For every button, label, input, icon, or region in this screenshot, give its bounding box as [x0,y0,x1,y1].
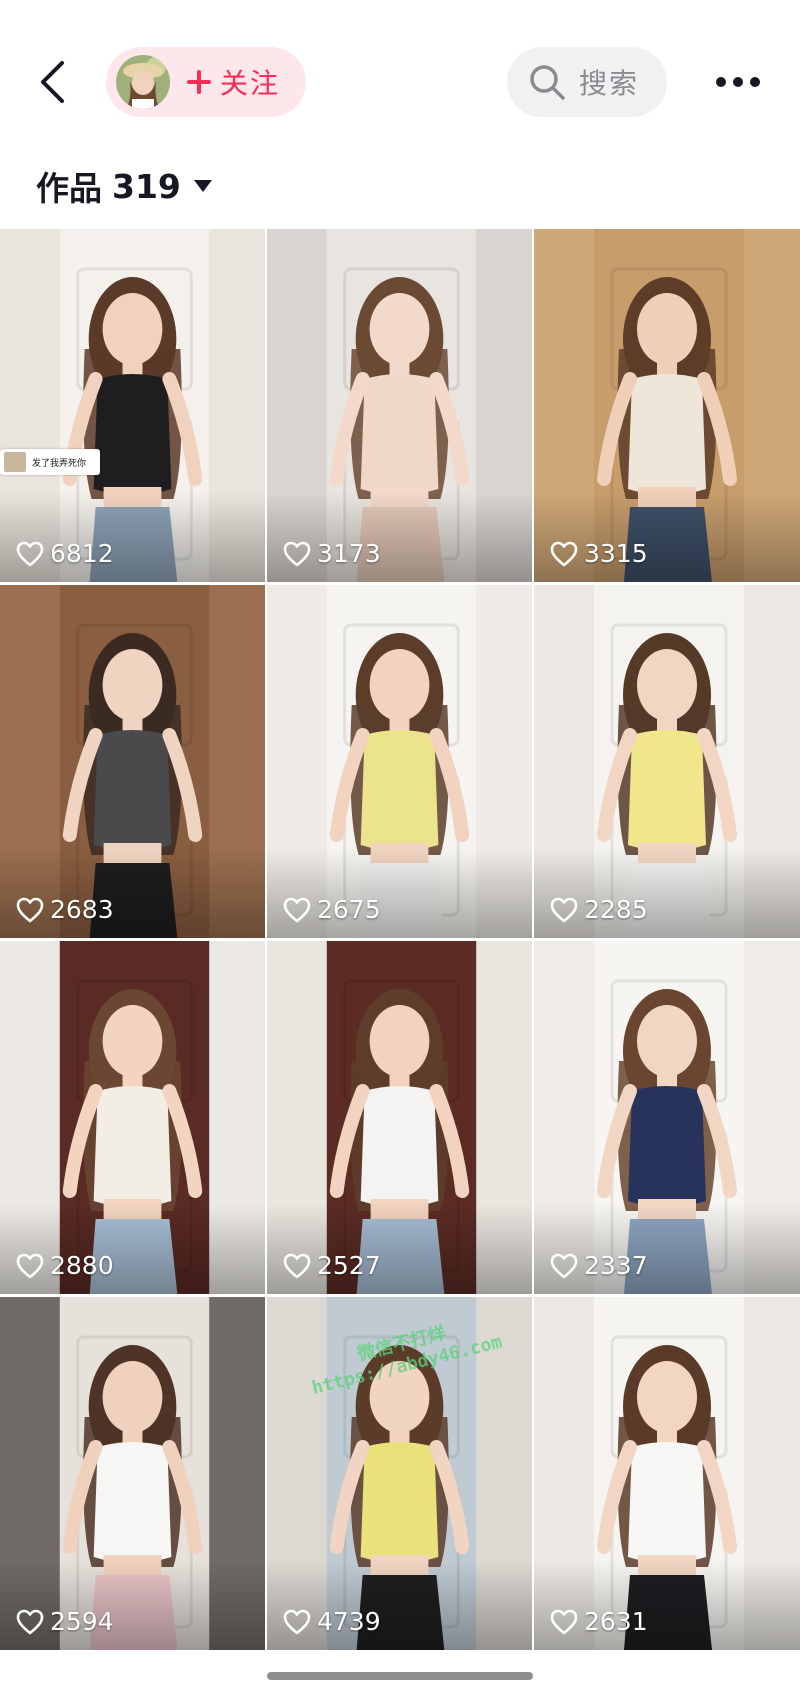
heart-outline-icon [16,541,44,566]
video-grid: 发了我弄死你 6812 3173 3315 2683 2675 2285 2880 2527 23… [0,229,800,1650]
like-count: 4739 [317,1607,381,1636]
like-count-badge: 2527 [283,1251,381,1280]
tile-gradient [0,848,265,938]
video-tile[interactable]: 2527 [267,941,532,1294]
heart-outline-icon [16,1253,44,1278]
video-tile[interactable]: 微信不打烊 https://abdy46.com 4739 [267,1297,532,1650]
video-tile[interactable]: 发了我弄死你 6812 [0,229,265,582]
like-count-badge: 3315 [550,539,648,568]
tile-gradient [534,1204,800,1294]
video-tile[interactable]: 3173 [267,229,532,582]
overlay-thumbnail [4,452,26,472]
author-follow-chip: 关注 [106,47,306,117]
heart-outline-icon [550,541,578,566]
like-count: 2675 [317,895,381,924]
comment-overlay: 发了我弄死你 [0,449,100,475]
video-tile[interactable]: 2683 [0,585,265,938]
search-icon [530,65,565,100]
like-count-badge: 3173 [283,539,381,568]
home-indicator [267,1672,533,1680]
tile-gradient [0,492,265,582]
like-count-badge: 2594 [16,1607,114,1636]
tile-gradient [534,492,800,582]
like-count-badge: 2337 [550,1251,648,1280]
heart-outline-icon [283,1609,311,1634]
caret-down-icon [193,180,212,192]
heart-outline-icon [550,1253,578,1278]
video-tile[interactable]: 2675 [267,585,532,938]
search-label: 搜索 [579,67,640,100]
tile-gradient [534,1560,800,1650]
tile-gradient [534,848,800,938]
tile-gradient [267,492,532,582]
like-count: 2527 [317,1251,381,1280]
tile-gradient [267,1204,532,1294]
heart-outline-icon [550,1609,578,1634]
heart-outline-icon [283,541,311,566]
follow-button[interactable]: 关注 [186,62,280,102]
tile-gradient [0,1204,265,1294]
video-tile[interactable]: 2337 [534,941,800,1294]
tile-gradient [267,848,532,938]
heart-outline-icon [283,1253,311,1278]
tile-gradient [0,1560,265,1650]
like-count-badge: 2880 [16,1251,114,1280]
like-count-badge: 2285 [550,895,648,924]
more-horizontal-icon [716,77,760,87]
heart-outline-icon [283,897,311,922]
works-label: 作品 [36,169,102,208]
heart-outline-icon [550,897,578,922]
like-count-badge: 2631 [550,1607,648,1636]
like-count: 3315 [584,539,648,568]
works-count: 319 [112,166,181,206]
top-bar: 关注 搜索 [0,0,800,160]
like-count: 2683 [50,895,114,924]
video-tile[interactable]: 2594 [0,1297,265,1650]
like-count: 2337 [584,1251,648,1280]
like-count: 2631 [584,1607,648,1636]
more-options-button[interactable] [710,62,766,102]
author-avatar[interactable] [116,55,170,109]
chevron-left-icon [41,61,64,103]
like-count-badge: 2683 [16,895,114,924]
video-tile[interactable]: 2285 [534,585,800,938]
plus-icon [187,70,211,94]
heart-outline-icon [16,1609,44,1634]
search-button[interactable]: 搜索 [507,47,667,117]
like-count: 6812 [50,539,114,568]
video-tile[interactable]: 2880 [0,941,265,1294]
like-count: 3173 [317,539,381,568]
like-count: 2880 [50,1251,114,1280]
like-count-badge: 4739 [283,1607,381,1636]
heart-outline-icon [16,897,44,922]
like-count: 2285 [584,895,648,924]
video-tile[interactable]: 3315 [534,229,800,582]
works-filter-dropdown[interactable]: 作品 319 [36,160,213,212]
video-tile[interactable]: 2631 [534,1297,800,1650]
like-count-badge: 2675 [283,895,381,924]
overlay-text: 发了我弄死你 [32,458,87,469]
back-button[interactable] [30,54,74,110]
follow-label: 关注 [220,67,281,100]
like-count: 2594 [50,1607,114,1636]
tile-gradient [267,1560,532,1650]
like-count-badge: 6812 [16,539,114,568]
